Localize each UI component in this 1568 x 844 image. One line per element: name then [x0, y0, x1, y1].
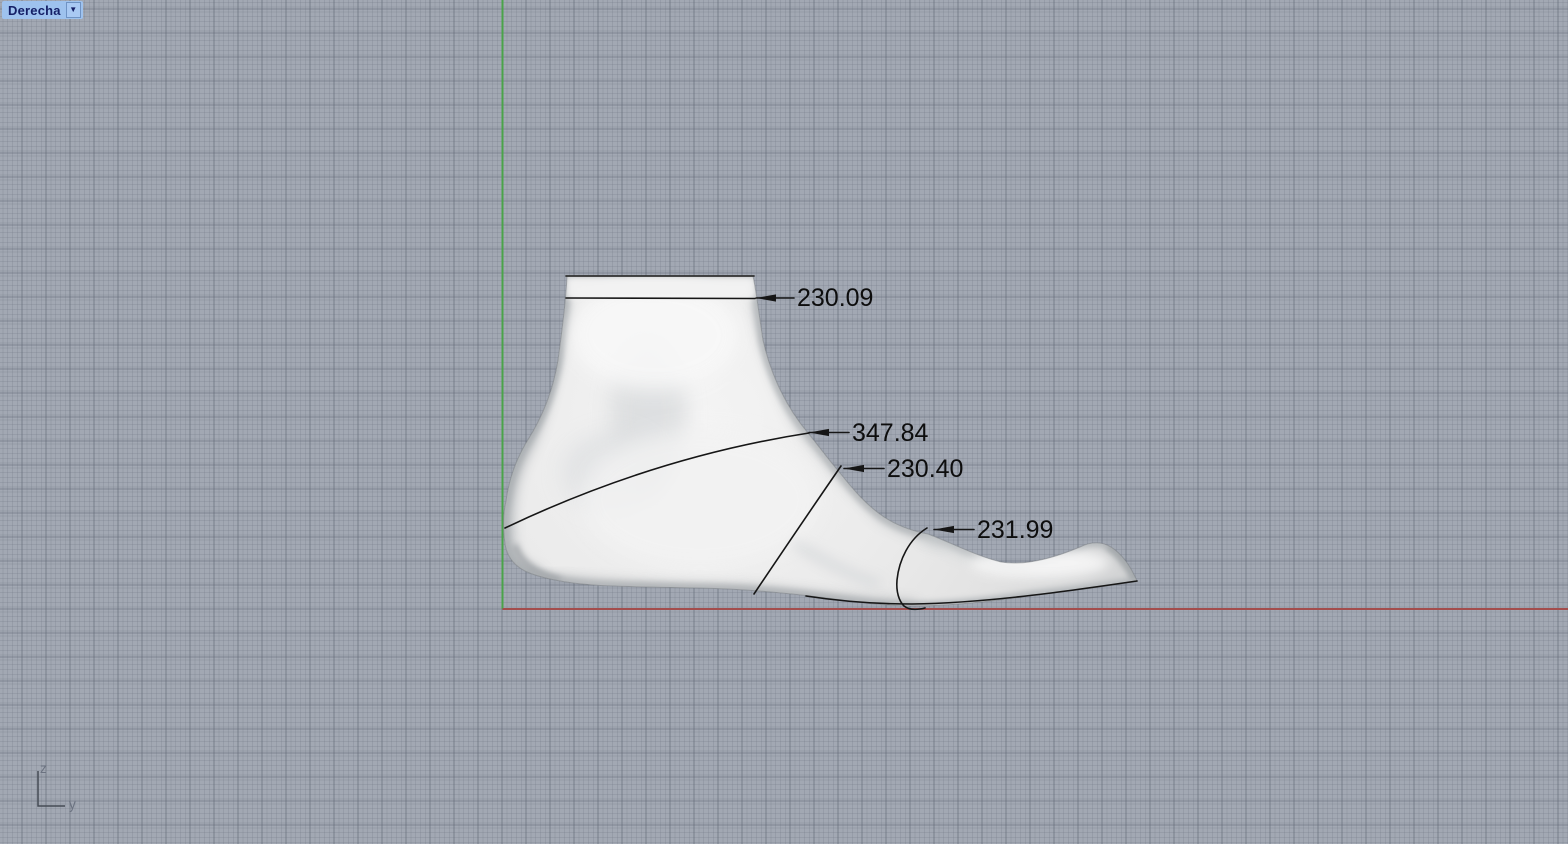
dimension-label-waist-girth[interactable]: 230.40	[887, 455, 963, 483]
arrow-left-icon	[844, 464, 864, 473]
viewport-tab[interactable]: Derecha ▼	[2, 1, 83, 19]
axis-gizmo-lines	[37, 771, 65, 807]
cad-viewport-right[interactable]: Derecha ▼ 230.09 347.84 230.40 231.99 z …	[0, 0, 1568, 844]
arrow-left-icon	[934, 525, 954, 534]
axis-gizmo: z y	[37, 761, 76, 812]
scene-canvas: 230.09 347.84 230.40 231.99	[501, 0, 1568, 611]
foot-last-model[interactable]	[503, 275, 1138, 607]
arrow-left-icon	[756, 294, 776, 302]
dimension-label-instep-girth[interactable]: 347.84	[852, 419, 929, 447]
viewport-menu-button[interactable]: ▼	[65, 2, 81, 18]
cuff-section-curve[interactable]	[565, 297, 756, 300]
arrow-left-icon	[809, 428, 829, 437]
viewport-title[interactable]: Derecha	[8, 3, 66, 18]
dimension-label-cuff-top[interactable]: 230.09	[797, 284, 873, 312]
axis-gizmo-y-label: y	[69, 797, 76, 812]
axis-gizmo-z-label: z	[40, 761, 47, 776]
dimension-label-ball-girth[interactable]: 231.99	[977, 516, 1053, 544]
chevron-down-icon: ▼	[69, 5, 78, 14]
